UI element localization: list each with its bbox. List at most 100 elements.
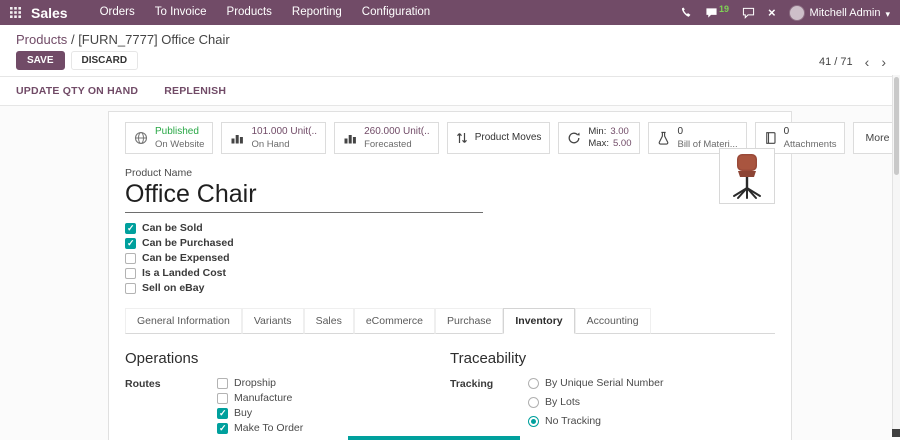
button-box: Published On Website 101.000 Unit(.. On …: [125, 122, 900, 155]
chat-bubble-icon[interactable]: [742, 7, 755, 19]
pager-value[interactable]: 41 / 71: [819, 56, 853, 68]
menu-orders[interactable]: Orders: [90, 0, 145, 25]
operations-column: Operations Routes Dropship Manufacture ✓…: [125, 350, 450, 440]
close-icon[interactable]: ×: [768, 6, 776, 19]
routes-label: Routes: [125, 378, 161, 391]
menu-products[interactable]: Products: [217, 0, 282, 25]
pager-previous-button[interactable]: [865, 55, 870, 69]
attachments-count: 0: [783, 126, 790, 137]
breadcrumb-separator: /: [70, 32, 75, 47]
forecasted-qty: 260.000 Unit(..: [364, 126, 430, 137]
product-moves-label: Product Moves: [474, 131, 542, 143]
notebook-tabs: General Information Variants Sales eComm…: [125, 308, 775, 335]
max-value: 5.00: [612, 138, 632, 150]
chevron-down-icon: [885, 4, 890, 22]
exchange-arrows-icon: [456, 133, 467, 144]
bar-chart-icon: [231, 135, 244, 144]
max-label: Max:: [588, 138, 609, 150]
min-label: Min:: [588, 126, 607, 138]
messages-icon[interactable]: 19: [705, 3, 729, 19]
checkbox-icon[interactable]: [217, 392, 228, 404]
can-be-expensed-checkbox[interactable]: Can be Expensed: [125, 252, 775, 264]
pager-next-button[interactable]: [881, 55, 886, 69]
checkbox-icon[interactable]: [125, 252, 136, 264]
route-dropship-checkbox[interactable]: Dropship: [217, 377, 303, 389]
update-qty-on-hand-button[interactable]: UPDATE QTY ON HAND: [16, 85, 138, 97]
menu-configuration[interactable]: Configuration: [352, 0, 440, 25]
radio-icon[interactable]: [528, 396, 539, 408]
product-name-input[interactable]: Office Chair: [125, 180, 483, 214]
product-flags: Can be Sold Can be Purchased Can be Expe…: [125, 222, 775, 294]
app-brand[interactable]: Sales: [31, 5, 68, 21]
control-panel: SAVE DISCARD 41 / 71: [0, 48, 900, 77]
menu-reporting[interactable]: Reporting: [282, 0, 352, 25]
breadcrumb-current: [FURN_7777] Office Chair: [78, 32, 230, 47]
checkbox-icon[interactable]: [217, 407, 228, 419]
message-count-badge: 19: [718, 3, 729, 14]
tracking-none-radio[interactable]: No Tracking: [528, 415, 663, 427]
checkbox-icon[interactable]: [125, 237, 136, 249]
routes-options: Dropship Manufacture Buy Make To Or: [217, 377, 303, 434]
route-buy-checkbox[interactable]: Buy: [217, 407, 303, 419]
can-be-purchased-checkbox[interactable]: Can be Purchased: [125, 237, 775, 249]
discard-button[interactable]: DISCARD: [70, 51, 139, 70]
sell-on-ebay-checkbox[interactable]: Sell on eBay: [125, 282, 775, 294]
scrollbar-thumb[interactable]: [894, 77, 899, 175]
traceability-column: Traceability Tracking By Unique Serial N…: [450, 350, 775, 440]
vertical-scrollbar[interactable]: [892, 75, 900, 437]
tab-inventory[interactable]: Inventory: [503, 308, 575, 335]
radio-icon[interactable]: [528, 415, 539, 427]
menu-to-invoice[interactable]: To Invoice: [145, 0, 217, 25]
apps-grid-icon[interactable]: [10, 7, 21, 18]
form-content: Published On Website 101.000 Unit(.. On …: [0, 106, 900, 440]
user-name: Mitchell Admin: [809, 6, 881, 19]
website-published-button[interactable]: Published On Website: [125, 122, 214, 155]
scrollbar-corner: [892, 429, 900, 437]
bar-chart-icon: [344, 135, 356, 144]
tracking-label: Tracking: [450, 378, 494, 391]
book-icon: [765, 132, 776, 145]
user-menu[interactable]: Mitchell Admin: [788, 4, 890, 22]
checkbox-icon[interactable]: [217, 377, 228, 389]
traceability-heading: Traceability: [450, 350, 527, 368]
radio-icon[interactable]: [528, 377, 539, 389]
tab-purchase[interactable]: Purchase: [435, 308, 504, 335]
can-be-sold-checkbox[interactable]: Can be Sold: [125, 222, 775, 234]
product-moves-button[interactable]: Product Moves: [446, 122, 551, 155]
tracking-lots-radio[interactable]: By Lots: [528, 396, 663, 408]
checkbox-icon[interactable]: [217, 422, 228, 434]
tab-sales[interactable]: Sales: [303, 308, 354, 335]
tab-general-information[interactable]: General Information: [125, 308, 242, 335]
route-make-to-order-checkbox[interactable]: Make To Order: [217, 422, 303, 434]
top-navbar: Sales Orders To Invoice Products Reporti…: [0, 0, 900, 25]
phone-icon[interactable]: [680, 7, 692, 19]
published-status: Published: [155, 126, 199, 137]
form-statusbar: UPDATE QTY ON HAND REPLENISH: [0, 77, 900, 106]
tracking-serial-radio[interactable]: By Unique Serial Number: [528, 377, 663, 389]
forecasted-button[interactable]: 260.000 Unit(.. Forecasted: [334, 122, 439, 155]
breadcrumb-products-link[interactable]: Products: [16, 32, 67, 47]
apps-grid-glyph: [10, 7, 21, 18]
on-hand-qty: 101.000 Unit(..: [251, 126, 318, 137]
tab-variants[interactable]: Variants: [241, 308, 304, 335]
checkbox-icon[interactable]: [125, 222, 136, 234]
save-button[interactable]: SAVE: [16, 51, 65, 70]
tab-ecommerce[interactable]: eCommerce: [353, 308, 436, 335]
flask-icon: [659, 132, 669, 145]
checkbox-icon[interactable]: [125, 267, 136, 279]
inventory-tab-content: Operations Routes Dropship Manufacture ✓…: [125, 334, 775, 440]
is-landed-cost-checkbox[interactable]: Is a Landed Cost: [125, 267, 775, 279]
breadcrumb: Products / [FURN_7777] Office Chair: [0, 25, 900, 48]
product-image[interactable]: [719, 148, 775, 204]
replenish-button[interactable]: REPLENISH: [164, 85, 226, 97]
reordering-rules-button[interactable]: Min: 3.00 Max: 5.00: [558, 122, 641, 155]
tracking-field: Tracking By Unique Serial Number By Lots: [450, 377, 775, 427]
min-value: 3.00: [610, 126, 629, 138]
route-manufacture-checkbox[interactable]: Manufacture: [217, 392, 303, 404]
checkbox-icon[interactable]: [125, 282, 136, 294]
tab-accounting[interactable]: Accounting: [574, 308, 651, 335]
office-chair-image: [733, 154, 761, 199]
avatar: [788, 4, 805, 21]
globe-icon: [134, 132, 148, 145]
on-hand-button[interactable]: 101.000 Unit(.. On Hand: [221, 122, 327, 155]
